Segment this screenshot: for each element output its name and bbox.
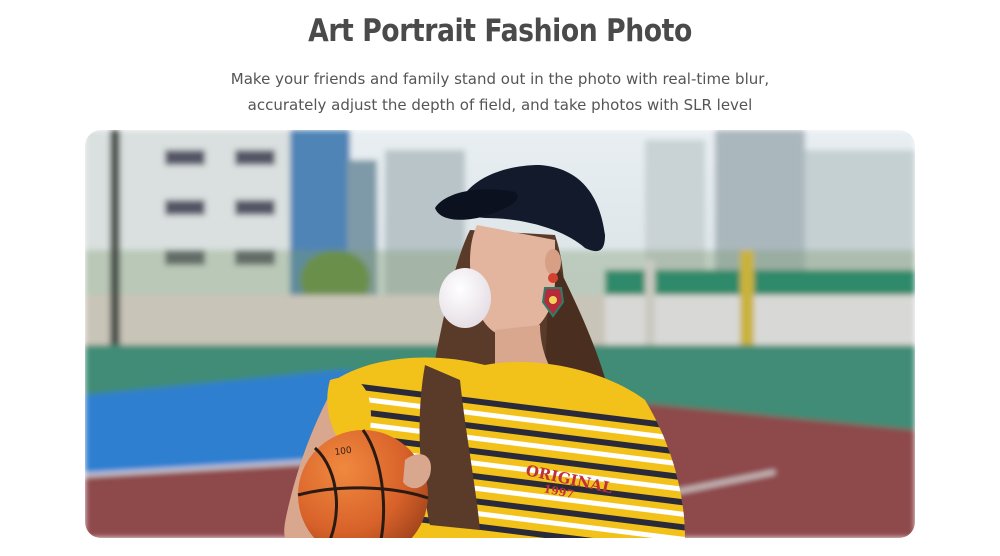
portrait-photo: ORIGINAL 1997 100: [85, 130, 915, 538]
subtitle: Make your friends and family stand out i…: [0, 66, 1000, 118]
page-title: Art Portrait Fashion Photo: [308, 13, 692, 49]
gum-bubble: [439, 268, 491, 328]
subtitle-line-2: accurately adjust the depth of field, an…: [247, 96, 753, 114]
subtitle-line-1: Make your friends and family stand out i…: [230, 70, 770, 88]
